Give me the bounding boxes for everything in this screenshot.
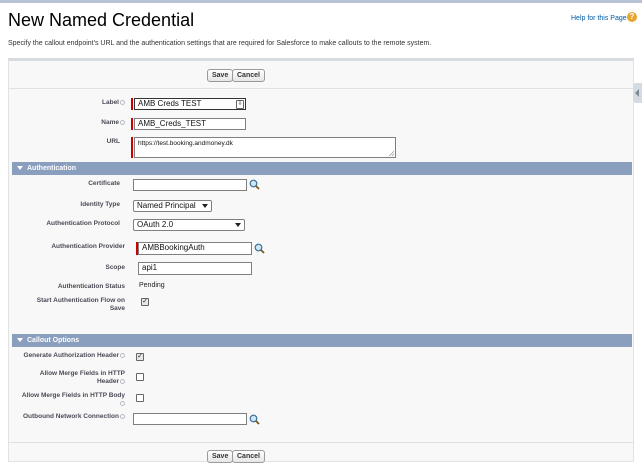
chevron-down-icon [202,204,208,208]
generate-auth-header-checkbox[interactable]: ✓ [136,353,144,361]
info-icon [120,378,125,384]
name-input[interactable]: AMB_Creds_TEST [134,118,246,130]
collapse-triangle-icon [17,338,23,343]
name-field-label: Name [60,119,125,127]
cancel-button-top[interactable]: Cancel [232,69,265,82]
page-description: Specify the callout endpoint's URL and t… [8,40,432,47]
auth-provider-input[interactable]: AMBBookingAuth [138,242,252,255]
url-textarea[interactable]: https://test.booking.andmoney.dk [134,137,396,158]
section-title: Callout Options [27,337,80,344]
generate-auth-header-label: Generate Authorization Header [10,352,125,360]
chevron-down-icon [235,223,241,227]
save-button-bottom[interactable]: Save [207,450,234,463]
outbound-connection-label: Outbound Network Connection [5,413,125,421]
lookup-search-icon[interactable] [254,243,265,254]
autofill-icon[interactable]: ⇩ [236,100,244,109]
outbound-connection-input[interactable] [133,413,247,425]
resize-grip-icon[interactable] [389,151,394,156]
required-marker [131,118,133,130]
save-button-top[interactable]: Save [207,69,234,82]
certificate-input[interactable] [133,179,247,191]
url-field-label: URL [106,138,120,145]
info-icon [120,413,125,419]
divider [9,88,633,89]
identity-type-select[interactable]: Named Principal [133,200,212,212]
scope-label: Scope [105,264,125,271]
label-field-label: Label [60,99,125,107]
section-title: Authentication [27,165,76,172]
url-value: https://test.booking.andmoney.dk [138,140,233,147]
collapse-triangle-icon [17,166,23,171]
divider [9,442,633,443]
identity-type-value: Named Principal [137,201,196,210]
scope-input[interactable]: api1 [138,262,252,275]
section-authentication[interactable]: Authentication [12,162,632,175]
auth-protocol-value: OAuth 2.0 [137,220,174,229]
merge-header-label: Allow Merge Fields in HTTP Header [39,370,125,385]
merge-body-checkbox[interactable] [136,394,144,402]
label-input[interactable]: AMB Creds TEST [134,98,246,110]
help-link[interactable]: Help for this Page [571,15,627,22]
auth-protocol-label: Authentication Protocol [46,220,120,227]
auth-provider-label: Authentication Provider [51,243,125,250]
merge-body-label: Allow Merge Fields in HTTP Body [20,392,125,408]
certificate-label: Certificate [88,180,120,187]
info-icon [120,99,125,105]
info-icon [120,352,125,358]
required-marker [131,137,133,158]
auth-status-value: Pending [139,282,165,289]
start-flow-label: Start Authentication Flow on Save [36,297,125,312]
start-flow-checkbox[interactable]: ✓ [141,298,149,306]
required-marker [131,98,133,110]
info-icon [120,400,125,406]
page-title: New Named Credential [8,10,195,30]
top-bar [0,0,642,3]
help-icon[interactable]: ? [627,12,637,22]
info-icon [120,119,125,125]
section-callout-options[interactable]: Callout Options [12,334,632,347]
auth-protocol-select[interactable]: OAuth 2.0 [133,219,245,231]
cancel-button-bottom[interactable]: Cancel [232,450,265,463]
merge-header-checkbox[interactable] [136,373,144,381]
identity-type-label: Identity Type [80,201,120,208]
lookup-search-icon[interactable] [249,414,260,425]
sidebar-toggle-tab[interactable] [633,83,642,103]
lookup-search-icon[interactable] [249,179,260,190]
auth-status-label: Authentication Status [57,283,125,290]
